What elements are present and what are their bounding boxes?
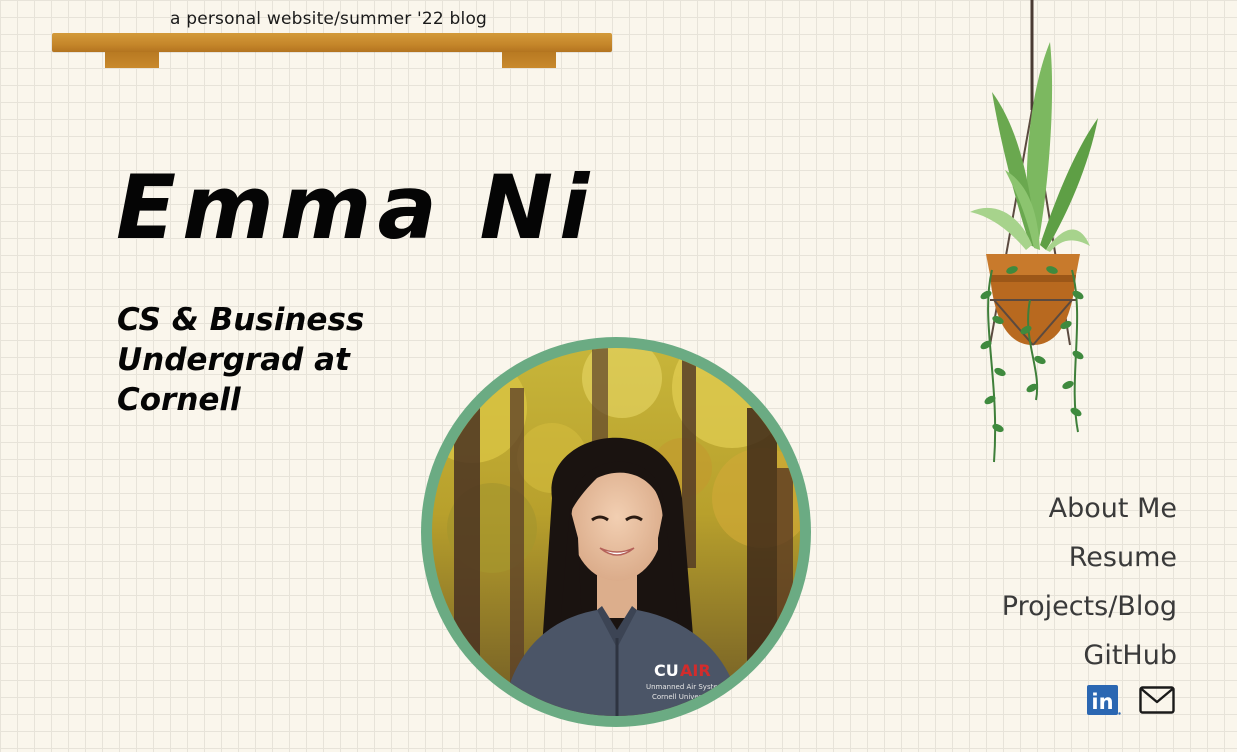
linkedin-icon: in [1087,685,1121,715]
page-subtitle: CS & Business Undergrad at Cornell [117,302,365,418]
shelf-board [52,33,612,52]
shelf-bracket-right [502,52,556,68]
svg-text:Unmanned Air Systems: Unmanned Air Systems [646,683,728,691]
page-title: Emma Ni [116,156,596,259]
social-links: in [1087,684,1175,716]
nav-about-me[interactable]: About Me [1002,484,1177,533]
hanging-plant-illustration [960,0,1110,470]
wooden-shelf [52,33,612,69]
main-nav: About Me Resume Projects/Blog GitHub [1002,484,1177,680]
mail-icon [1139,686,1175,714]
linkedin-link[interactable]: in [1087,684,1121,716]
profile-photo: CU AIR Unmanned Air Systems Cornell Univ… [432,348,800,716]
nav-resume[interactable]: Resume [1002,533,1177,582]
svg-text:CU: CU [654,661,679,680]
nav-projects-blog[interactable]: Projects/Blog [1002,582,1177,631]
profile-photo-frame: CU AIR Unmanned Air Systems Cornell Univ… [421,337,811,727]
nav-github[interactable]: GitHub [1002,631,1177,680]
shelf-bracket-left [105,52,159,68]
email-link[interactable] [1139,686,1175,714]
svg-text:Cornell University: Cornell University [652,693,714,701]
site-tagline: a personal website/summer '22 blog [170,9,488,29]
linkedin-icon-text: in [1091,690,1113,714]
svg-text:AIR: AIR [680,661,711,680]
